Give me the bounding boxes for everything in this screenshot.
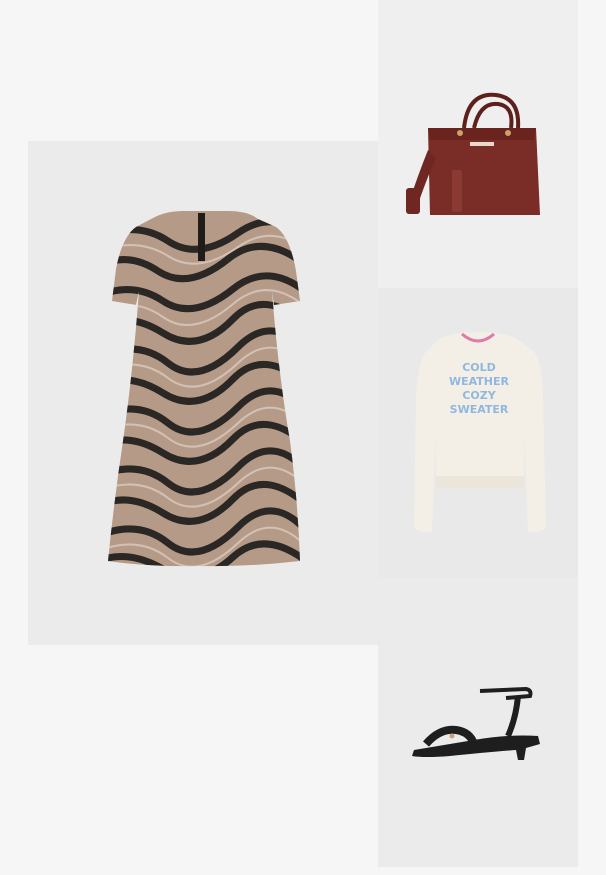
product-card-bag[interactable]: burgundy-tote-bag-image xyxy=(378,0,578,288)
sweater-print-line-2: WEATHER xyxy=(449,375,510,388)
sandal-image[interactable] xyxy=(378,578,578,867)
sweater-print-line-3: COZY xyxy=(462,389,496,402)
product-card-sandal[interactable]: black-sandal-image xyxy=(378,578,578,867)
product-card-dress[interactable]: zebra-print-dress-image xyxy=(28,141,378,645)
sweater-print-line-4: SWEATER xyxy=(450,403,509,416)
outfit-grid: zebra-print-dress-image burgundy-tote-ba… xyxy=(0,0,606,875)
product-card-sweater[interactable]: COLD WEATHER COZY SWEATER cream-sweater-… xyxy=(378,288,578,578)
dress-image[interactable] xyxy=(28,141,378,645)
sweater-image[interactable]: COLD WEATHER COZY SWEATER xyxy=(378,288,578,578)
sweater-print-line-1: COLD xyxy=(462,361,496,374)
tote-bag-image[interactable] xyxy=(378,0,578,288)
